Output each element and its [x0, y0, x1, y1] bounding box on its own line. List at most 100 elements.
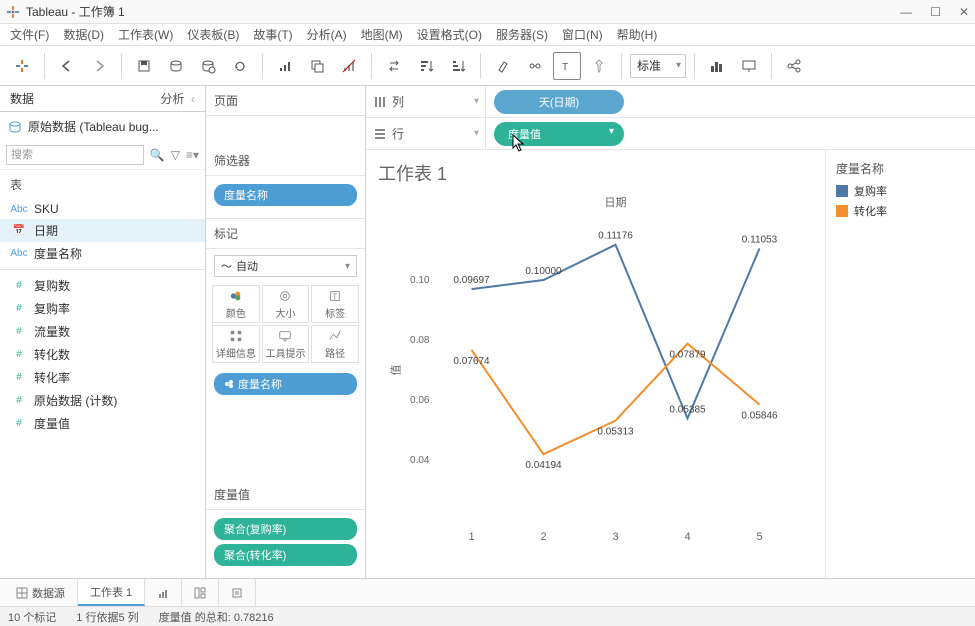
svg-text:0.11176: 0.11176 [598, 231, 633, 242]
new-story-tab[interactable] [219, 579, 256, 606]
field-复购数[interactable]: #复购数 [0, 274, 205, 297]
svg-text:T: T [333, 292, 338, 301]
svg-text:0.05385: 0.05385 [669, 404, 706, 415]
legend: 度量名称 复购率转化率 [825, 150, 975, 578]
refresh-button[interactable] [226, 52, 254, 80]
minimize-button[interactable]: — [900, 5, 912, 19]
menu-story[interactable]: 故事(T) [253, 26, 292, 43]
share-button[interactable] [780, 52, 808, 80]
swap-button[interactable] [380, 52, 408, 80]
menu-map[interactable]: 地图(M) [361, 26, 403, 43]
field-流量数[interactable]: #流量数 [0, 320, 205, 343]
data-tab[interactable]: 数据 [0, 86, 103, 111]
clear-button[interactable] [335, 52, 363, 80]
analytics-tab[interactable]: 分析 ‹ [103, 86, 206, 111]
marks-type-dropdown[interactable]: 〜自动 [214, 255, 357, 277]
rows-shelf[interactable]: 度量值 [486, 122, 975, 146]
measure-values-shelf[interactable]: 聚合(复购率) 聚合(转化率) [206, 510, 365, 578]
svg-text:0.04: 0.04 [410, 455, 430, 466]
field-SKU[interactable]: AbcSKU [0, 199, 205, 219]
menu-server[interactable]: 服务器(S) [496, 26, 548, 43]
marks-color-pill[interactable]: 度量名称 [214, 373, 357, 395]
svg-text:T: T [562, 62, 568, 73]
filter-icon[interactable]: ▽ [171, 148, 180, 162]
field-原始数据 (计数)[interactable]: #原始数据 (计数) [0, 389, 205, 412]
duplicate-button[interactable] [303, 52, 331, 80]
sort-asc-button[interactable] [412, 52, 440, 80]
pause-updates-button[interactable] [194, 52, 222, 80]
field-复购率[interactable]: #复购率 [0, 297, 205, 320]
marks-tooltip[interactable]: 工具提示 [262, 325, 310, 363]
data-pane: 数据 分析 ‹ 原始数据 (Tableau bug... 搜索 🔍 ▽ ≡▾ 表… [0, 86, 206, 578]
columns-shelf[interactable]: 天(日期) [486, 90, 975, 114]
mv-pill-1[interactable]: 聚合(复购率) [214, 518, 357, 540]
chart-view[interactable]: 工作表 1 日期0.000.040.060.080.1012345值0.0969… [366, 150, 825, 578]
label-toggle-button[interactable]: T [553, 52, 581, 80]
new-datasource-button[interactable] [162, 52, 190, 80]
view-options-icon[interactable]: ≡▾ [186, 148, 199, 162]
menu-worksheet[interactable]: 工作表(W) [118, 26, 173, 43]
menu-window[interactable]: 窗口(N) [562, 26, 603, 43]
rows-pill[interactable]: 度量值 [494, 122, 624, 146]
sort-desc-button[interactable] [444, 52, 472, 80]
fit-dropdown[interactable]: 标准 [630, 54, 686, 78]
menu-file[interactable]: 文件(F) [10, 26, 49, 43]
filter-pill[interactable]: 度量名称 [214, 184, 357, 206]
marks-path[interactable]: 路径 [311, 325, 359, 363]
marks-size[interactable]: 大小 [262, 285, 310, 323]
svg-text:0.04194: 0.04194 [525, 460, 562, 471]
pages-shelf[interactable] [206, 116, 365, 146]
sheet-tab[interactable]: 工作表 1 [78, 579, 145, 606]
search-input[interactable]: 搜索 [6, 145, 144, 165]
svg-text:日期: 日期 [605, 196, 627, 209]
svg-text:0.09697: 0.09697 [453, 275, 490, 286]
rows-shelf-label[interactable]: 行 [366, 118, 486, 149]
redo-button[interactable] [85, 52, 113, 80]
presentation-button[interactable] [735, 52, 763, 80]
field-转化率[interactable]: #转化率 [0, 366, 205, 389]
close-button[interactable]: ✕ [959, 5, 969, 19]
statusbar: 10 个标记 1 行依据5 列 度量值 的总和: 0.78216 [0, 606, 975, 626]
highlight-button[interactable] [489, 52, 517, 80]
marks-color[interactable]: 颜色 [212, 285, 260, 323]
show-me-button[interactable] [703, 52, 731, 80]
menu-format[interactable]: 设置格式(O) [417, 26, 482, 43]
legend-item-转化率[interactable]: 转化率 [836, 203, 965, 219]
datasource-item[interactable]: 原始数据 (Tableau bug... [0, 112, 205, 141]
field-度量名称[interactable]: Abc度量名称 [0, 242, 205, 265]
datasource-label: 原始数据 (Tableau bug... [28, 118, 159, 135]
field-度量值[interactable]: #度量值 [0, 412, 205, 435]
filters-shelf-title: 筛选器 [206, 146, 365, 176]
tableau-start-icon[interactable] [8, 52, 36, 80]
svg-text:0.05846: 0.05846 [741, 411, 778, 422]
undo-button[interactable] [53, 52, 81, 80]
tableau-logo-icon [6, 5, 20, 19]
save-button[interactable] [130, 52, 158, 80]
field-日期[interactable]: 📅日期 [0, 219, 205, 242]
columns-shelf-label[interactable]: 列 [366, 86, 486, 117]
menu-help[interactable]: 帮助(H) [617, 26, 658, 43]
field-转化数[interactable]: #转化数 [0, 343, 205, 366]
legend-item-复购率[interactable]: 复购率 [836, 183, 965, 199]
new-dashboard-tab[interactable] [182, 579, 219, 606]
menu-data[interactable]: 数据(D) [63, 26, 104, 43]
line-chart: 日期0.000.040.060.080.1012345值0.096970.100… [378, 190, 813, 550]
datasource-tab[interactable]: 数据源 [4, 579, 78, 606]
status-rowscols: 1 行依据5 列 [76, 609, 138, 625]
new-worksheet-button[interactable] [271, 52, 299, 80]
new-sheet-tab[interactable] [145, 579, 182, 606]
columns-pill[interactable]: 天(日期) [494, 90, 624, 114]
svg-text:1: 1 [468, 531, 474, 543]
maximize-button[interactable]: ☐ [930, 5, 941, 19]
svg-text:0.11053: 0.11053 [742, 234, 778, 245]
mv-pill-2[interactable]: 聚合(转化率) [214, 544, 357, 566]
group-button[interactable] [521, 52, 549, 80]
search-icon[interactable]: 🔍 [150, 148, 165, 162]
titlebar: Tableau - 工作簿 1 — ☐ ✕ [0, 0, 975, 24]
marks-detail[interactable]: 详细信息 [212, 325, 260, 363]
pin-button[interactable] [585, 52, 613, 80]
menu-dashboard[interactable]: 仪表板(B) [187, 26, 239, 43]
filters-shelf[interactable]: 度量名称 [206, 176, 365, 218]
menu-analysis[interactable]: 分析(A) [307, 26, 347, 43]
marks-label[interactable]: T标签 [311, 285, 359, 323]
